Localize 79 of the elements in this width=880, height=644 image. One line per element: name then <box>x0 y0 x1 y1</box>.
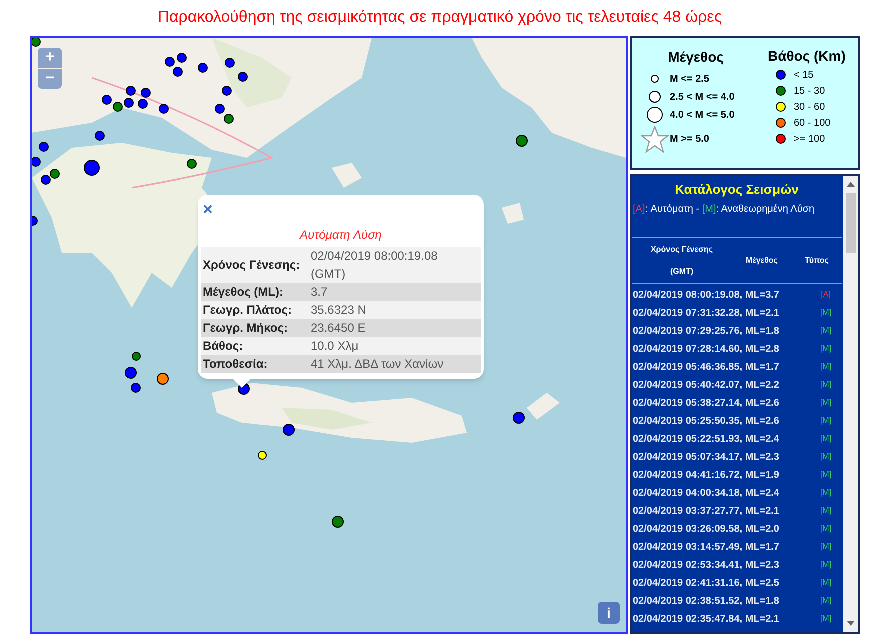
field-label: Βάθος: <box>202 338 244 355</box>
popup-heading: Αυτόματη Λύση <box>300 228 382 242</box>
event-cell[interactable]: 02/04/2019 07:29:25.76, ML=1.8 <box>633 324 811 338</box>
event-cell[interactable]: 02/04/2019 07:28:14.60, ML=2.8 <box>633 342 811 356</box>
field-value: 41 Χλμ. ΔΒΔ των Χανίων <box>311 356 445 373</box>
type-cell-text: [M] <box>819 469 833 481</box>
legend-label: 30 - 60 <box>794 100 826 114</box>
event-cell[interactable]: 02/04/2019 02:41:31.16, ML=2.5 <box>633 576 811 590</box>
legend-label: 2.5 < M <= 4.0 <box>670 90 735 104</box>
type-cell-text: [A] <box>820 289 832 301</box>
field-label: Χρόνος Γένεσης: <box>202 257 302 274</box>
field-value: 35.6323 N <box>311 302 368 319</box>
info-button[interactable]: i <box>598 602 620 624</box>
event-cell[interactable]: 02/04/2019 02:53:34.41, ML=2.3 <box>633 558 811 572</box>
scroll-down-icon[interactable] <box>846 621 854 626</box>
event-cell[interactable]: 02/04/2019 05:25:50.35, ML=2.6 <box>633 414 811 428</box>
legend-label: < 15 <box>794 68 814 82</box>
type-code: [A] <box>633 204 646 215</box>
type-cell-text: [M] <box>819 523 833 535</box>
event-cell[interactable]: 02/04/2019 03:37:27.77, ML=2.1 <box>633 504 811 518</box>
event-cell[interactable]: 02/04/2019 04:41:16.72, ML=1.9 <box>633 468 811 482</box>
page-title: Παρακολούθηση της σεισμικότητας σε πραγματικό χρόνο τις τελευταίες 48 ώρες <box>158 8 722 28</box>
event-cell[interactable]: 02/04/2019 05:40:42.07, ML=2.2 <box>633 378 811 392</box>
legend-label: 60 - 100 <box>794 116 831 130</box>
type-cell-text: [M] <box>819 577 833 589</box>
type-cell-text: [M] <box>819 595 833 607</box>
field-label: Γεωγρ. Πλάτος: <box>202 302 293 319</box>
event-cell[interactable]: 02/04/2019 08:00:19.08, ML=3.7 <box>633 288 811 302</box>
field-label: Τοποθεσία: <box>202 356 269 373</box>
legend-note: : Αυτόματη - <box>645 204 701 215</box>
event-cell[interactable]: 02/04/2019 03:26:09.58, ML=2.0 <box>633 522 811 536</box>
scroll-up-icon[interactable] <box>846 182 854 187</box>
legend-heading: Μέγεθος <box>668 49 724 65</box>
type-cell-text: [M] <box>819 307 833 319</box>
close-button[interactable]: × <box>203 202 213 218</box>
event-cell[interactable]: 02/04/2019 04:00:34.18, ML=2.4 <box>633 486 811 500</box>
event-cell[interactable]: 02/04/2019 03:14:57.49, ML=1.7 <box>633 540 811 554</box>
type-cell-text: [M] <box>819 433 833 445</box>
legend-label: >= 100 <box>794 132 826 146</box>
event-cell[interactable]: 02/04/2019 05:22:51.93, ML=2.4 <box>633 432 811 446</box>
field-value: 3.7 <box>311 284 329 301</box>
star-icon <box>641 126 669 152</box>
legend-label: M >= 5.0 <box>670 132 710 146</box>
type-cell-text: [M] <box>819 343 833 355</box>
legend-heading: Βάθος (Km) <box>768 47 846 66</box>
scroll-thumb[interactable] <box>846 193 856 253</box>
field-label: Γεωγρ. Μήκος: <box>202 320 289 337</box>
event-cell[interactable]: 02/04/2019 07:31:32.28, ML=2.1 <box>633 306 811 320</box>
type-cell-text: [M] <box>819 487 833 499</box>
type-cell-text: [M] <box>819 559 833 571</box>
column-header: Χρόνος Γένεσης (GMT) <box>650 244 714 278</box>
event-cell[interactable]: 02/04/2019 05:38:27.14, ML=2.6 <box>633 396 811 410</box>
event-cell[interactable]: 02/04/2019 05:46:36.85, ML=1.7 <box>633 360 811 374</box>
type-cell-text: [M] <box>819 325 833 337</box>
scrollbar[interactable] <box>843 176 858 632</box>
legend-label: M <= 2.5 <box>670 72 710 86</box>
catalog-title: Κατάλογος Σεισμών <box>675 182 799 197</box>
column-header: Τύπος <box>804 254 830 266</box>
field-value: 02/04/2019 08:00:19.08 (GMT) <box>311 248 439 283</box>
type-cell-text: [M] <box>819 451 833 463</box>
type-cell-text: [M] <box>819 397 833 409</box>
legend-note: : Αναθεωρημένη Λύση <box>716 204 815 215</box>
field-value: 23.6450 E <box>311 320 367 337</box>
earthquake-marker[interactable] <box>32 38 41 47</box>
event-cell[interactable]: 02/04/2019 02:35:47.84, ML=2.1 <box>633 612 811 626</box>
type-cell-text: [M] <box>819 361 833 373</box>
field-value: 10.0 Χλμ <box>311 338 360 355</box>
type-cell-text: [M] <box>819 613 833 625</box>
legend-label: 15 - 30 <box>794 84 826 98</box>
type-cell-text: [M] <box>819 379 833 391</box>
event-cell[interactable]: 02/04/2019 02:38:51.52, ML=1.8 <box>633 594 811 608</box>
type-code: [M] <box>702 204 716 215</box>
type-cell-text: [M] <box>819 541 833 553</box>
event-cell[interactable]: 02/04/2019 05:07:34.17, ML=2.3 <box>633 450 811 464</box>
legend-label: 4.0 < M <= 5.0 <box>670 108 735 122</box>
column-header: Μέγεθος <box>745 254 779 266</box>
type-cell-text: [M] <box>819 415 833 427</box>
type-cell-text: [M] <box>819 505 833 517</box>
field-label: Μέγεθος (ML): <box>202 284 284 301</box>
